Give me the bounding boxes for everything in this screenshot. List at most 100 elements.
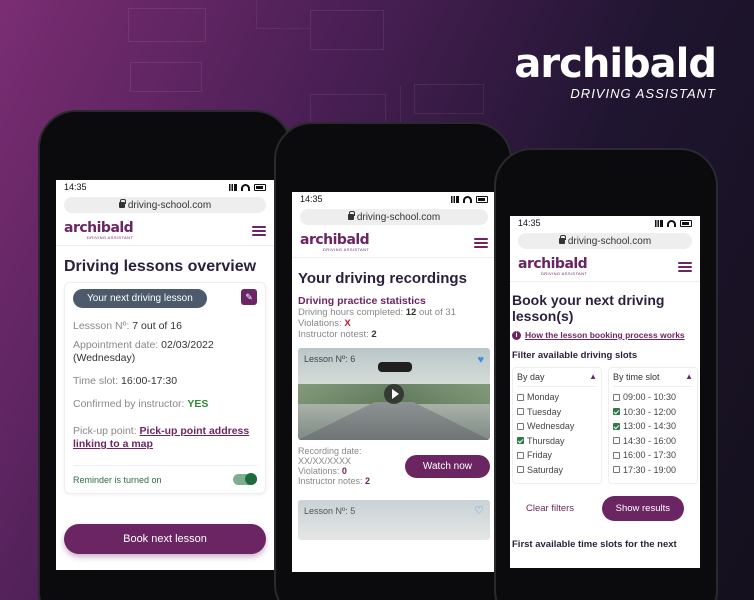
page-content: Book your next driving lesson(s) i How t… bbox=[510, 282, 700, 550]
menu-icon[interactable] bbox=[474, 237, 488, 248]
next-lesson-badge: Your next driving lesson bbox=[73, 289, 207, 308]
menu-icon[interactable] bbox=[252, 225, 266, 236]
time-filter-header[interactable]: By time slot ▲ bbox=[613, 372, 693, 387]
day-option[interactable]: Tuesday bbox=[517, 405, 597, 420]
time-slot-option[interactable]: 16:00 - 17:30 bbox=[613, 448, 693, 463]
url-bar[interactable]: driving-school.com bbox=[64, 197, 266, 213]
show-results-button[interactable]: Show results bbox=[601, 496, 684, 521]
reminder-toggle[interactable] bbox=[233, 473, 257, 485]
background-sketch bbox=[414, 84, 484, 114]
url-text: driving-school.com bbox=[127, 199, 212, 211]
checkbox[interactable] bbox=[517, 393, 524, 401]
day-options: Monday Tuesday Wednesday Thursday Friday Satu… bbox=[517, 390, 597, 477]
notes-stat: Instructor notest: 2 bbox=[298, 329, 490, 340]
checkbox[interactable] bbox=[613, 466, 620, 474]
status-icons bbox=[653, 219, 692, 227]
recording-details: Recording date: XX/XX/XXXX Violations: 0… bbox=[298, 446, 370, 486]
wifi-icon bbox=[667, 219, 676, 227]
site-logo-name: archibald bbox=[300, 231, 370, 248]
time-slot-row: Time slot: 16:00-17:30 bbox=[73, 375, 257, 388]
page-content: Driving lessons overview bbox=[56, 246, 274, 276]
checkbox[interactable] bbox=[517, 408, 524, 416]
lock-icon bbox=[118, 199, 126, 208]
play-icon[interactable] bbox=[384, 384, 404, 404]
day-option[interactable]: Friday bbox=[517, 448, 597, 463]
recording-info: Recording date: XX/XX/XXXX Violations: 0… bbox=[298, 446, 490, 486]
checkbox[interactable] bbox=[613, 437, 620, 445]
day-option-label: Thursday bbox=[527, 435, 565, 446]
clear-filters-button[interactable]: Clear filters bbox=[526, 503, 574, 514]
recording-video-thumbnail[interactable]: Lesson Nº: 6 ♥ bbox=[298, 348, 490, 440]
status-bar: 14:35 bbox=[56, 180, 274, 194]
pickup-row: Pick-up point: Pick-up point address lin… bbox=[73, 425, 257, 451]
video-caption: Lesson Nº: 5 bbox=[304, 506, 356, 516]
site-logo[interactable]: archibald DRIVING ASSISTANT bbox=[64, 221, 134, 240]
filter-actions: Clear filters Show results bbox=[512, 496, 698, 521]
url-bar[interactable]: driving-school.com bbox=[300, 209, 488, 225]
time-slot-option-label: 10:30 - 12:00 bbox=[623, 406, 677, 417]
violations-label: Violations: bbox=[298, 318, 342, 329]
edit-icon[interactable]: ✎ bbox=[241, 289, 257, 305]
site-logo[interactable]: archibald DRIVING ASSISTANT bbox=[518, 255, 588, 276]
lock-icon bbox=[558, 235, 566, 244]
filters-panel: By day ▲ Monday Tuesday Wednesday Thursday F… bbox=[512, 367, 698, 484]
rec-violations-label: Violations: bbox=[298, 466, 340, 476]
recording-video-thumbnail[interactable]: Lesson Nº: 5 ♡ bbox=[298, 500, 490, 540]
status-time: 14:35 bbox=[64, 182, 87, 192]
time-slot-option[interactable]: 09:00 - 10:30 bbox=[613, 390, 693, 405]
confirmation-label: Confirmed by instructor: bbox=[73, 398, 185, 410]
day-option[interactable]: Wednesday bbox=[517, 419, 597, 434]
page-title: Book your next driving lesson(s) bbox=[512, 292, 665, 324]
page-content: Your driving recordings Driving practice… bbox=[292, 258, 496, 540]
rec-date-label: Recording date: bbox=[298, 446, 362, 456]
lesson-number-value: 7 out of 16 bbox=[132, 320, 182, 332]
time-slot-label: Time slot: bbox=[73, 375, 119, 387]
site-logo-name: archibald bbox=[518, 255, 588, 272]
day-option-label: Saturday bbox=[527, 464, 564, 475]
time-slot-option[interactable]: 14:30 - 16:00 bbox=[613, 434, 693, 449]
time-slot-options: 09:00 - 10:30 10:30 - 12:00 13:00 - 14:30 1… bbox=[613, 390, 693, 477]
heart-icon[interactable]: ♥ bbox=[477, 354, 484, 366]
status-time: 14:35 bbox=[518, 218, 541, 228]
filter-title: Filter available driving slots bbox=[512, 350, 638, 361]
checkbox[interactable] bbox=[613, 451, 620, 459]
phone-screen: 14:35 driving-school.com archibald DRIVI… bbox=[292, 192, 496, 572]
day-filter-header[interactable]: By day ▲ bbox=[517, 372, 597, 387]
day-option[interactable]: Saturday bbox=[517, 463, 597, 478]
how-it-works-link[interactable]: i How the lesson booking process works bbox=[512, 330, 698, 340]
appointment-day: (Wednesday) bbox=[73, 352, 136, 364]
watch-now-button[interactable]: Watch now bbox=[404, 454, 490, 478]
next-lesson-card: Your next driving lesson ✎ Lessson Nº: 7… bbox=[64, 282, 266, 494]
time-slot-option[interactable]: 13:00 - 14:30 bbox=[613, 419, 693, 434]
day-option[interactable]: Thursday bbox=[517, 434, 597, 449]
day-option[interactable]: Monday bbox=[517, 390, 597, 405]
checkbox[interactable] bbox=[517, 422, 524, 430]
phone-screen: 14:35 driving-school.com archibald DRIVI… bbox=[510, 216, 700, 568]
book-next-lesson-button[interactable]: Book next lesson bbox=[64, 524, 266, 554]
violations-value: X bbox=[344, 318, 351, 329]
checkbox[interactable] bbox=[613, 422, 620, 430]
menu-icon[interactable] bbox=[678, 261, 692, 272]
site-logo[interactable]: archibald DRIVING ASSISTANT bbox=[300, 231, 370, 252]
checkbox[interactable] bbox=[613, 408, 620, 416]
rec-notes-value: 2 bbox=[365, 476, 371, 486]
status-icons bbox=[449, 195, 488, 203]
time-slot-option[interactable]: 10:30 - 12:00 bbox=[613, 405, 693, 420]
time-slot-option[interactable]: 17:30 - 19:00 bbox=[613, 463, 693, 478]
url-bar[interactable]: driving-school.com bbox=[518, 233, 692, 249]
checkbox[interactable] bbox=[517, 451, 524, 459]
checkbox[interactable] bbox=[517, 437, 524, 445]
lock-icon bbox=[347, 211, 355, 220]
appointment-date-row: Appointment date: 02/03/2022 (Wednesday) bbox=[73, 339, 257, 365]
phone-lessons-overview: 14:35 driving-school.com archibald DRIVI… bbox=[38, 110, 292, 600]
background-sketch-line bbox=[256, 28, 310, 29]
day-option-label: Monday bbox=[527, 392, 560, 402]
checkbox[interactable] bbox=[517, 466, 524, 474]
battery-icon bbox=[680, 219, 692, 227]
background-sketch-line bbox=[256, 0, 257, 28]
appointment-date-value: 02/03/2022 bbox=[161, 339, 214, 351]
confirmation-value: YES bbox=[187, 398, 209, 410]
checkbox[interactable] bbox=[613, 393, 620, 401]
hours-stat: Driving hours completed: 12 out of 31 bbox=[298, 307, 490, 318]
heart-outline-icon[interactable]: ♡ bbox=[474, 504, 484, 517]
